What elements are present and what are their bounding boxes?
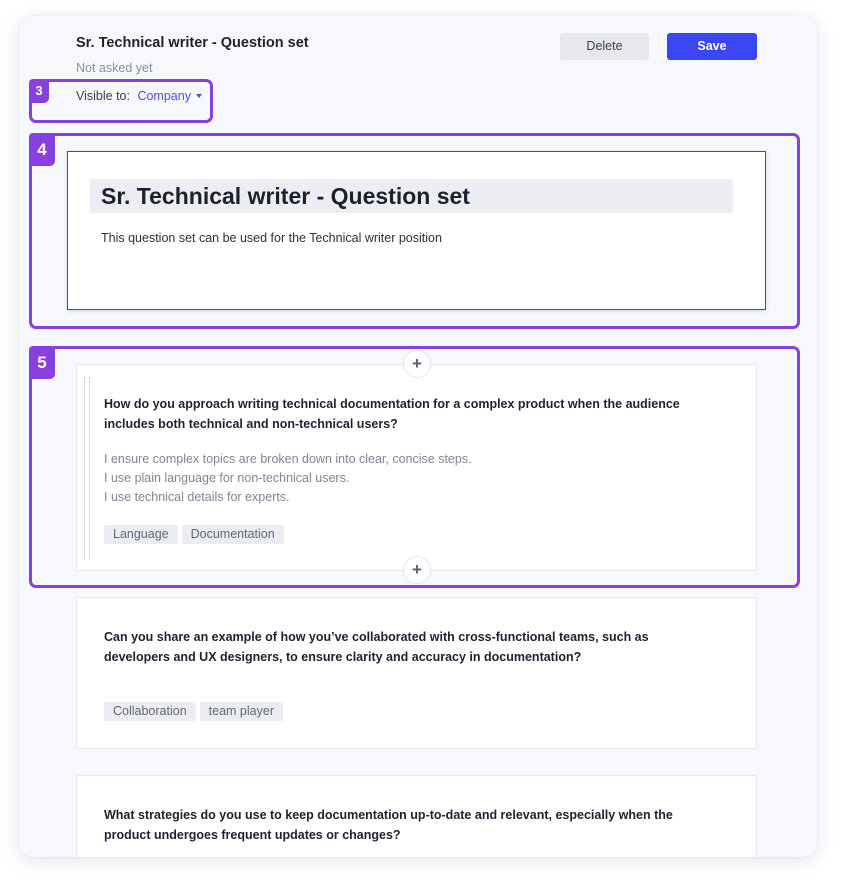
highlight-box-4: 4: [29, 133, 800, 329]
highlight-box-3: 3: [29, 79, 213, 123]
question-text: What strategies do you use to keep docum…: [104, 808, 673, 842]
page-title: Sr. Technical writer - Question set: [76, 35, 309, 51]
step-badge-4: 4: [29, 133, 55, 166]
save-button[interactable]: Save: [667, 33, 757, 60]
highlight-box-5: 5: [29, 346, 800, 588]
question-card[interactable]: What strategies do you use to keep docum…: [76, 775, 757, 857]
question-text: Can you share an example of how you’ve c…: [104, 630, 649, 664]
question-card[interactable]: Can you share an example of how you’ve c…: [76, 597, 757, 749]
tag-list: Collaboration team player: [104, 702, 283, 721]
tag[interactable]: Collaboration: [104, 702, 196, 721]
step-badge-3: 3: [29, 79, 49, 103]
tag[interactable]: team player: [199, 702, 283, 721]
delete-button[interactable]: Delete: [560, 33, 649, 60]
question-set-editor: Sr. Technical writer - Question set Not …: [19, 16, 817, 857]
step-badge-5: 5: [29, 346, 55, 379]
status-text: Not asked yet: [76, 61, 153, 75]
